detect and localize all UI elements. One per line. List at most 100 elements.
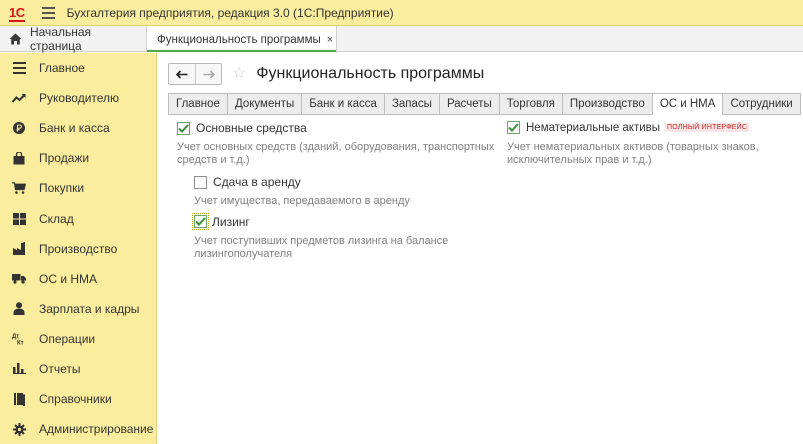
tab-stocks[interactable]: Запасы (384, 93, 440, 115)
tab-label: Документы (234, 98, 295, 110)
gear-icon (12, 422, 26, 436)
home-page-tab[interactable]: Начальная страница (0, 25, 147, 53)
back-button[interactable] (169, 64, 195, 84)
page-title: Функциональность программы (256, 65, 485, 82)
sidebar-item-label: Продажи (39, 151, 90, 166)
bar-chart-icon (12, 362, 26, 376)
tab-production[interactable]: Производство (562, 93, 653, 115)
svg-text:Кт: Кт (17, 341, 24, 346)
sidebar-item-production[interactable]: Производство (0, 234, 156, 264)
sidebar-item-reports[interactable]: Отчеты (0, 354, 156, 384)
app-title: Бухгалтерия предприятия, редакция 3.0 (1… (66, 5, 394, 20)
home-tab-label: Начальная страница (29, 25, 92, 53)
intangible-assets-label: Нематериальные активы (526, 121, 661, 134)
home-icon (9, 33, 22, 45)
sidebar-item-label: Производство (39, 241, 118, 256)
rental-checkbox[interactable] (194, 175, 207, 189)
rental-option[interactable]: Сдача в аренду (194, 175, 301, 189)
debit-credit-icon: Дт Кт (12, 332, 26, 346)
section-tabs: Главное Документы Банк и касса Запасы Ра… (168, 93, 801, 115)
rental-label: Сдача в аренду (213, 175, 301, 189)
sidebar-item-label: ОС и НМА (39, 271, 98, 286)
description-line: Учет нематериальных активов (товарных зн… (507, 141, 759, 153)
forward-button[interactable] (195, 64, 221, 84)
close-tab-icon[interactable]: × (327, 34, 333, 46)
sidebar-item-manager[interactable]: Руководителю (0, 83, 156, 113)
form-area: ☆ Функциональность программы Главное Док… (157, 53, 803, 444)
tab-main[interactable]: Главное (168, 93, 228, 115)
trend-chart-icon (12, 91, 26, 105)
sidebar-item-label: Главное (39, 61, 85, 76)
sidebar-item-label: Покупки (39, 181, 85, 196)
fixed-assets-checkbox[interactable] (177, 121, 190, 135)
tab-label: Сотрудники (730, 98, 793, 110)
logo-text: 1С (9, 5, 25, 20)
hamburger-menu-icon[interactable] (41, 6, 55, 19)
favorite-star-icon[interactable]: ☆ (232, 66, 246, 82)
sidebar-item-admin[interactable]: Администрирование (0, 414, 156, 444)
sidebar-item-label: Отчеты (39, 361, 81, 376)
description-line: исключительных прав и т.д.) (507, 154, 652, 166)
sidebar-item-bank[interactable]: Банк и касса (0, 113, 156, 143)
person-icon (12, 302, 26, 316)
tab-settlements[interactable]: Расчеты (439, 93, 500, 115)
tab-trade[interactable]: Торговля (499, 93, 563, 115)
ruble-coin-icon (12, 121, 26, 135)
sidebar-item-label: Руководителю (39, 91, 120, 106)
intangible-assets-description: Учет нематериальных активов (товарных зн… (507, 141, 759, 167)
full-interface-badge: ПОЛНЫЙ ИНТЕРФЕЙС (665, 123, 750, 132)
description-line: Учет имущества, передаваемого в аренду (194, 195, 410, 207)
sidebar-item-purchases[interactable]: Покупки (0, 173, 156, 203)
title-bar: 1С Бухгалтерия предприятия, редакция 3.0… (0, 0, 803, 26)
description-line: средств и т.д.) (177, 154, 250, 166)
leasing-option[interactable]: Лизинг (192, 213, 250, 230)
leasing-description: Учет поступивших предметов лизинга на ба… (194, 235, 448, 261)
intangible-assets-option[interactable]: Нематериальные активы ПОЛНЫЙ ИНТЕРФЕЙС (507, 121, 750, 134)
tab-functionality-label: Функциональность программы (157, 33, 321, 46)
menu-lines-icon (12, 61, 26, 75)
shopping-bag-icon (12, 151, 26, 165)
sidebar-item-label: Склад (39, 211, 74, 226)
checkmark-icon (195, 217, 206, 226)
form-header: ☆ Функциональность программы (168, 63, 484, 85)
sidebar-item-salary[interactable]: Зарплата и кадры (0, 294, 156, 324)
app-logo: 1С (9, 5, 25, 22)
tab-label: Запасы (391, 98, 432, 110)
sidebar-item-label: Зарплата и кадры (39, 301, 140, 316)
tab-documents[interactable]: Документы (227, 93, 303, 115)
leasing-checkbox[interactable] (194, 215, 207, 228)
warehouse-grid-icon (12, 212, 26, 226)
sidebar-item-references[interactable]: Справочники (0, 384, 156, 414)
tab-assets[interactable]: ОС и НМА (652, 93, 724, 115)
tab-label: Производство (569, 98, 645, 110)
fixed-assets-description: Учет основных средств (зданий, оборудова… (177, 141, 494, 167)
arrow-left-icon (176, 69, 188, 79)
sidebar-item-assets[interactable]: ОС и НМА (0, 264, 156, 294)
sidebar-item-main[interactable]: Главное (0, 53, 156, 83)
fixed-assets-option[interactable]: Основные средства (177, 121, 307, 135)
description-line: Учет поступивших предметов лизинга на ба… (194, 235, 449, 247)
sidebar-item-operations[interactable]: Дт Кт Операции (0, 324, 156, 354)
shopping-cart-icon (12, 181, 26, 195)
tab-employees[interactable]: Сотрудники (723, 93, 801, 115)
sidebar-item-label: Банк и касса (39, 121, 110, 136)
checkmark-icon (508, 123, 519, 132)
description-line: лизингополучателя (194, 248, 293, 260)
intangible-assets-checkbox[interactable] (507, 121, 520, 134)
tab-label: Банк и касса (309, 98, 377, 110)
sidebar-item-sales[interactable]: Продажи (0, 143, 156, 173)
tab-functionality[interactable]: Функциональность программы × (147, 26, 337, 53)
sidebar-item-label: Операции (39, 331, 96, 346)
tab-bank[interactable]: Банк и касса (302, 93, 385, 115)
factory-icon (12, 242, 26, 256)
sidebar-item-warehouse[interactable]: Склад (0, 203, 156, 233)
truck-icon (12, 272, 26, 286)
rental-description: Учет имущества, передаваемого в аренду (194, 195, 410, 208)
window-tab-bar: Начальная страница Функциональность прог… (0, 25, 803, 53)
book-icon (12, 392, 26, 406)
svg-text:Дт: Дт (12, 334, 19, 340)
leasing-focus-frame (192, 213, 209, 230)
leasing-label: Лизинг (212, 214, 250, 229)
tab-label: Главное (176, 98, 220, 110)
sidebar-item-label: Администрирование (39, 422, 154, 437)
